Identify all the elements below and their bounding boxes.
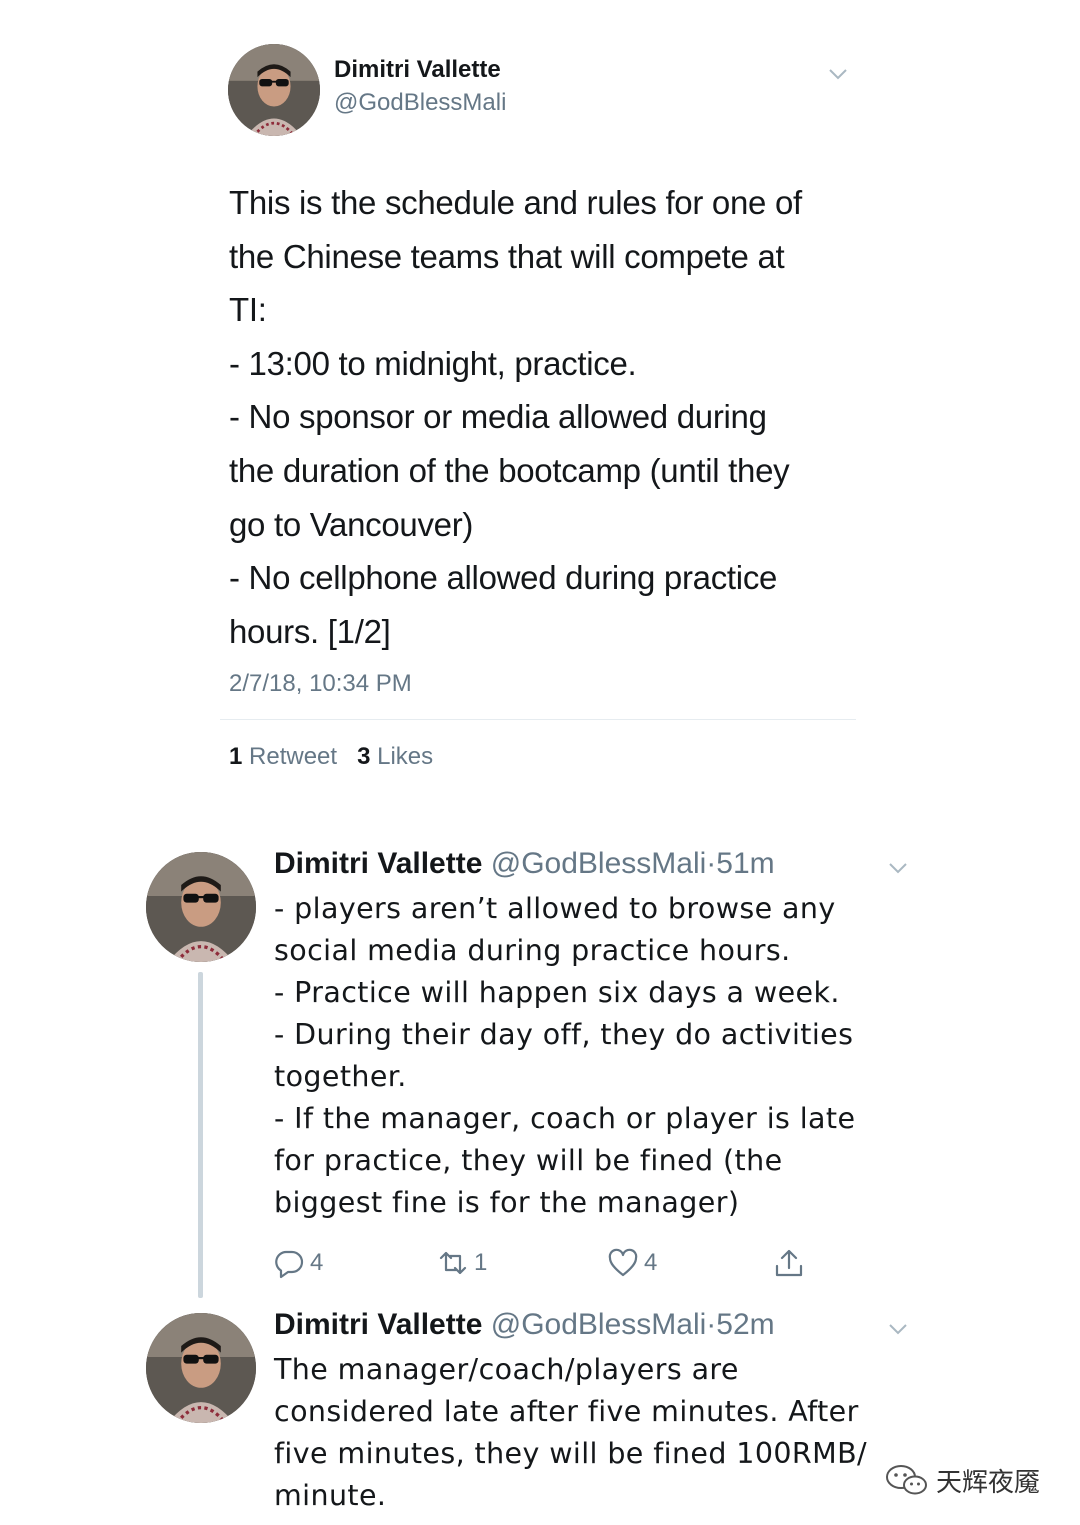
like-count: 4 [644, 1249, 658, 1276]
retweet-count: 1 [474, 1249, 488, 1276]
share-icon [775, 1249, 803, 1277]
author-handle[interactable]: @GodBlessMali [334, 89, 506, 117]
tweet-text-line: - 13:00 to midnight, practice. [229, 344, 637, 382]
reply-text-line: - Practice will happen six days a week. [274, 976, 840, 1009]
author-name[interactable]: Dimitri Vallette [274, 1308, 482, 1341]
like-button[interactable]: 4 [606, 1245, 657, 1281]
reply-text-line: - players aren’t allowed to browse any [274, 892, 836, 925]
author-handle[interactable]: @GodBlessMali [491, 1308, 707, 1341]
divider [220, 719, 856, 720]
thread-connector [198, 972, 203, 1298]
tweet-text-line: the duration of the bootcamp (until they [229, 451, 790, 489]
reply-button[interactable]: 4 [272, 1245, 323, 1281]
tweet-timestamp[interactable]: 2/7/18, 10:34 PM [229, 670, 412, 698]
reply-text-line: for practice, they will be fined (the [274, 1144, 783, 1177]
likes-label: Likes [377, 743, 434, 770]
reply-icon [275, 1250, 304, 1279]
tweet-stats: 1 Retweet 3 Likes [229, 743, 433, 771]
reply-text: The manager/coach/players are considered… [274, 1349, 867, 1517]
tweet-text-line: the Chinese teams that will compete at [229, 237, 785, 275]
tweet-text-line: go to Vancouver) [229, 505, 474, 543]
reply-text-line: - During their day off, they do activiti… [274, 1018, 854, 1051]
retweet-stat[interactable]: 1 Retweet [229, 743, 337, 770]
avatar[interactable] [146, 852, 256, 962]
reply-time[interactable]: 51m [716, 847, 774, 880]
tweet-text-line: - No cellphone allowed during practice [229, 559, 778, 597]
share-button[interactable] [772, 1245, 806, 1281]
reply-header: Dimitri Vallette @GodBlessMali·52m [274, 1308, 775, 1342]
reply-text-line: considered late after five minutes. Afte… [274, 1395, 859, 1428]
watermark: 天辉夜魇 [884, 1460, 1040, 1500]
reply-text-line: social media during practice hours. [274, 934, 791, 967]
author-name[interactable]: Dimitri Vallette [334, 56, 501, 84]
reply-text-line: minute. [274, 1479, 387, 1512]
chevron-down-icon[interactable] [886, 856, 910, 880]
separator-dot: · [706, 847, 717, 880]
chevron-down-icon[interactable] [886, 1317, 910, 1341]
tweet-text-line: TI: [229, 291, 267, 329]
wechat-icon [886, 1465, 927, 1495]
reply-text-line: - If the manager, coach or player is lat… [274, 1102, 856, 1135]
likes-stat[interactable]: 3 Likes [357, 743, 433, 770]
tweet-text-line: - No sponsor or media allowed during [229, 398, 767, 436]
separator-dot: · [706, 1308, 717, 1341]
reply-time[interactable]: 52m [716, 1308, 774, 1341]
retweet-label: Retweet [249, 743, 338, 770]
reply-count: 4 [310, 1249, 324, 1276]
reply-text-line: five minutes, they will be fined 100RMB/ [274, 1437, 868, 1470]
tweet-text: This is the schedule and rules for one o… [229, 176, 869, 658]
watermark-text: 天辉夜魇 [936, 1466, 1041, 1497]
retweet-icon [439, 1251, 467, 1275]
retweet-count: 1 [229, 743, 243, 770]
retweet-button[interactable]: 1 [436, 1245, 487, 1281]
chevron-down-icon[interactable] [826, 62, 850, 86]
author-name[interactable]: Dimitri Vallette [274, 847, 482, 880]
avatar[interactable] [228, 44, 320, 136]
reply-text: - players aren’t allowed to browse any s… [274, 888, 855, 1224]
avatar[interactable] [146, 1313, 256, 1423]
tweet-text-line: hours. [1/2] [229, 612, 391, 650]
reply-text-line: together. [274, 1060, 407, 1093]
reply-text-line: The manager/coach/players are [274, 1353, 739, 1386]
likes-count: 3 [357, 743, 371, 770]
reply-header: Dimitri Vallette @GodBlessMali·51m [274, 847, 775, 881]
reply-text-line: biggest fine is for the manager) [274, 1186, 740, 1219]
author-handle[interactable]: @GodBlessMali [491, 847, 707, 880]
tweet-text-line: This is the schedule and rules for one o… [229, 184, 802, 221]
heart-icon [608, 1248, 638, 1277]
